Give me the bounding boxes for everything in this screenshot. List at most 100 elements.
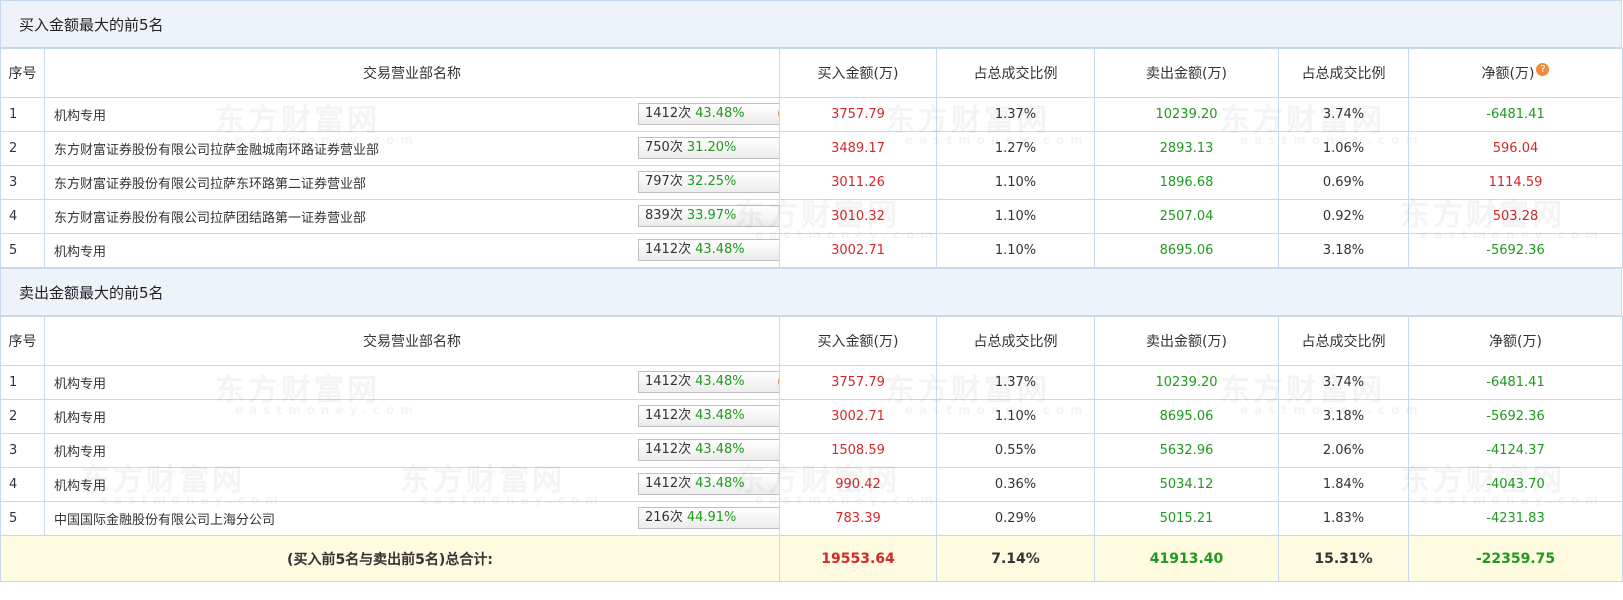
col-header-branch-name: 交易营业部名称	[44, 48, 780, 98]
branch-stats-badge[interactable]: 1412次43.48%?	[638, 103, 779, 125]
table-row: 1 机构专用 1412次43.48%?3757.791.37%10239.203.7…	[0, 365, 1623, 400]
row-index: 4	[0, 199, 45, 234]
branch-stats-badge[interactable]: 1412次 43.48%	[638, 473, 779, 495]
branch-name-link[interactable]: 机构专用	[54, 241, 106, 260]
branch-stats-badge[interactable]: 1412次43.48%?	[638, 371, 779, 393]
branch-stats-badge[interactable]: 216次 44.91%	[638, 507, 779, 529]
branch-name-link[interactable]: 机构专用	[54, 105, 106, 124]
branch-name-cell: 东方财富证券股份有限公司拉萨金融城南环路证券营业部 750次 31.20%	[44, 131, 780, 166]
col-header-buy-amount[interactable]: 买入金额(万)	[779, 48, 937, 98]
win-rate: 43.48%	[695, 242, 745, 257]
col-header-branch-name: 交易营业部名称	[44, 316, 780, 366]
col-header-index: 序号	[0, 48, 45, 98]
question-icon[interactable]: ?	[778, 375, 779, 388]
sell-amount: 5632.96	[1094, 433, 1279, 468]
net-amount: 596.04	[1408, 131, 1623, 166]
net-amount: -5692.36	[1408, 233, 1623, 268]
branch-name-link[interactable]: 机构专用	[54, 407, 106, 426]
buy-table: 序号 交易营业部名称 买入金额(万) 占总成交比例 卖出金额(万) 占总成交比例…	[0, 48, 1623, 268]
table-row: 4 东方财富证券股份有限公司拉萨团结路第一证券营业部 839次 33.97% 3010.…	[0, 199, 1623, 234]
sell-ratio: 1.84%	[1278, 467, 1409, 502]
col-header-sell-ratio[interactable]: 占总成交比例	[1278, 316, 1409, 366]
total-sell-amount: 41913.40	[1094, 535, 1279, 582]
branch-name-cell: 东方财富证券股份有限公司拉萨团结路第一证券营业部 839次 33.97%	[44, 199, 780, 234]
row-index: 2	[0, 131, 45, 166]
col-header-sell-amount[interactable]: 卖出金额(万)	[1094, 316, 1279, 366]
sell-amount: 5034.12	[1094, 467, 1279, 502]
col-header-net[interactable]: 净额(万)	[1408, 316, 1623, 366]
buy-ratio: 1.10%	[936, 165, 1095, 200]
sell-ratio: 3.74%	[1278, 97, 1409, 132]
branch-name-link[interactable]: 机构专用	[54, 373, 106, 392]
sell-ratio: 3.18%	[1278, 233, 1409, 268]
col-header-buy-ratio[interactable]: 占总成交比例	[936, 316, 1095, 366]
buy-ratio: 0.29%	[936, 501, 1095, 536]
sell-amount: 2893.13	[1094, 131, 1279, 166]
trade-count: 1412次	[645, 442, 692, 457]
dragon-tiger-board: 买入金额最大的前5名 序号 交易营业部名称 买入金额(万) 占总成交比例 卖出金…	[0, 0, 1623, 582]
buy-table-body: 1 机构专用 1412次43.48%?3757.791.37%10239.203.7…	[0, 97, 1623, 268]
total-row: (买入前5名与卖出前5名)总合计: 19553.64 7.14% 41913.4…	[0, 535, 1623, 582]
table-row: 3 东方财富证券股份有限公司拉萨东环路第二证券营业部 797次 32.25% 3011.…	[0, 165, 1623, 200]
trade-count: 1412次	[645, 476, 692, 491]
sell-table: 序号 交易营业部名称 买入金额(万) 占总成交比例 卖出金额(万) 占总成交比例…	[0, 316, 1623, 582]
buy-ratio: 1.37%	[936, 97, 1095, 132]
question-icon[interactable]: ?	[1536, 63, 1550, 76]
win-rate: 43.48%	[695, 476, 745, 491]
col-header-sell-ratio[interactable]: 占总成交比例	[1278, 48, 1409, 98]
trade-count: 750次	[645, 140, 683, 155]
buy-amount: 3489.17	[779, 131, 937, 166]
sell-ratio: 3.74%	[1278, 365, 1409, 400]
col-header-buy-ratio[interactable]: 占总成交比例	[936, 48, 1095, 98]
branch-name-link[interactable]: 机构专用	[54, 441, 106, 460]
col-header-buy-amount[interactable]: 买入金额(万)	[779, 316, 937, 366]
branch-name-link[interactable]: 东方财富证券股份有限公司拉萨金融城南环路证券营业部	[54, 139, 379, 158]
win-rate: 31.20%	[686, 140, 737, 155]
win-rate: 43.48%	[695, 374, 745, 389]
trade-count: 839次	[645, 208, 683, 223]
sell-ratio: 0.92%	[1278, 199, 1409, 234]
branch-stats-badge[interactable]: 1412次 43.48%	[638, 239, 779, 261]
buy-ratio: 1.10%	[936, 233, 1095, 268]
branch-name-cell: 机构专用 1412次 43.48%	[44, 233, 780, 268]
net-amount: 503.28	[1408, 199, 1623, 234]
branch-name-cell: 机构专用 1412次 43.48%	[44, 399, 780, 434]
buy-amount: 3757.79	[779, 97, 937, 132]
net-amount: -4124.37	[1408, 433, 1623, 468]
net-amount: 1114.59	[1408, 165, 1623, 200]
branch-name-link[interactable]: 中国国际金融股份有限公司上海分公司	[54, 509, 275, 528]
col-header-net[interactable]: 净额(万)?	[1408, 48, 1623, 98]
branch-name-link[interactable]: 东方财富证券股份有限公司拉萨团结路第一证券营业部	[54, 207, 366, 226]
sell-amount: 10239.20	[1094, 365, 1279, 400]
branch-stats-badge[interactable]: 750次 31.20%	[638, 137, 779, 159]
net-amount: -5692.36	[1408, 399, 1623, 434]
buy-amount: 990.42	[779, 467, 937, 502]
branch-name-link[interactable]: 机构专用	[54, 475, 106, 494]
branch-name-cell: 机构专用 1412次43.48%?	[44, 97, 780, 132]
buy-amount: 3002.71	[779, 399, 937, 434]
buy-amount: 3010.32	[779, 199, 937, 234]
table-row: 4 机构专用 1412次 43.48% 990.42 0.36% 5034.12 1.84% -…	[0, 467, 1623, 502]
branch-stats-badge[interactable]: 839次 33.97%	[638, 205, 779, 227]
sell-amount: 8695.06	[1094, 399, 1279, 434]
branch-stats-badge[interactable]: 1412次 43.48%	[638, 439, 779, 461]
row-index: 3	[0, 433, 45, 468]
branch-stats-badge[interactable]: 797次 32.25%	[638, 171, 779, 193]
trade-count: 797次	[645, 174, 683, 189]
total-label: (买入前5名与卖出前5名)总合计:	[0, 535, 780, 582]
col-header-index: 序号	[0, 316, 45, 366]
win-rate: 33.97%	[686, 208, 737, 223]
question-icon[interactable]: ?	[778, 107, 779, 120]
sell-header-row: 序号 交易营业部名称 买入金额(万) 占总成交比例 卖出金额(万) 占总成交比例…	[0, 316, 1623, 366]
row-index: 1	[0, 97, 45, 132]
buy-header-row: 序号 交易营业部名称 买入金额(万) 占总成交比例 卖出金额(万) 占总成交比例…	[0, 48, 1623, 98]
col-header-sell-amount[interactable]: 卖出金额(万)	[1094, 48, 1279, 98]
row-index: 4	[0, 467, 45, 502]
branch-stats-badge[interactable]: 1412次 43.48%	[638, 405, 779, 427]
total-net: -22359.75	[1408, 535, 1623, 582]
branch-name-link[interactable]: 东方财富证券股份有限公司拉萨东环路第二证券营业部	[54, 173, 366, 192]
buy-amount: 3011.26	[779, 165, 937, 200]
sell-amount: 10239.20	[1094, 97, 1279, 132]
buy-section-title: 买入金额最大的前5名	[0, 0, 1622, 48]
sell-amount: 2507.04	[1094, 199, 1279, 234]
